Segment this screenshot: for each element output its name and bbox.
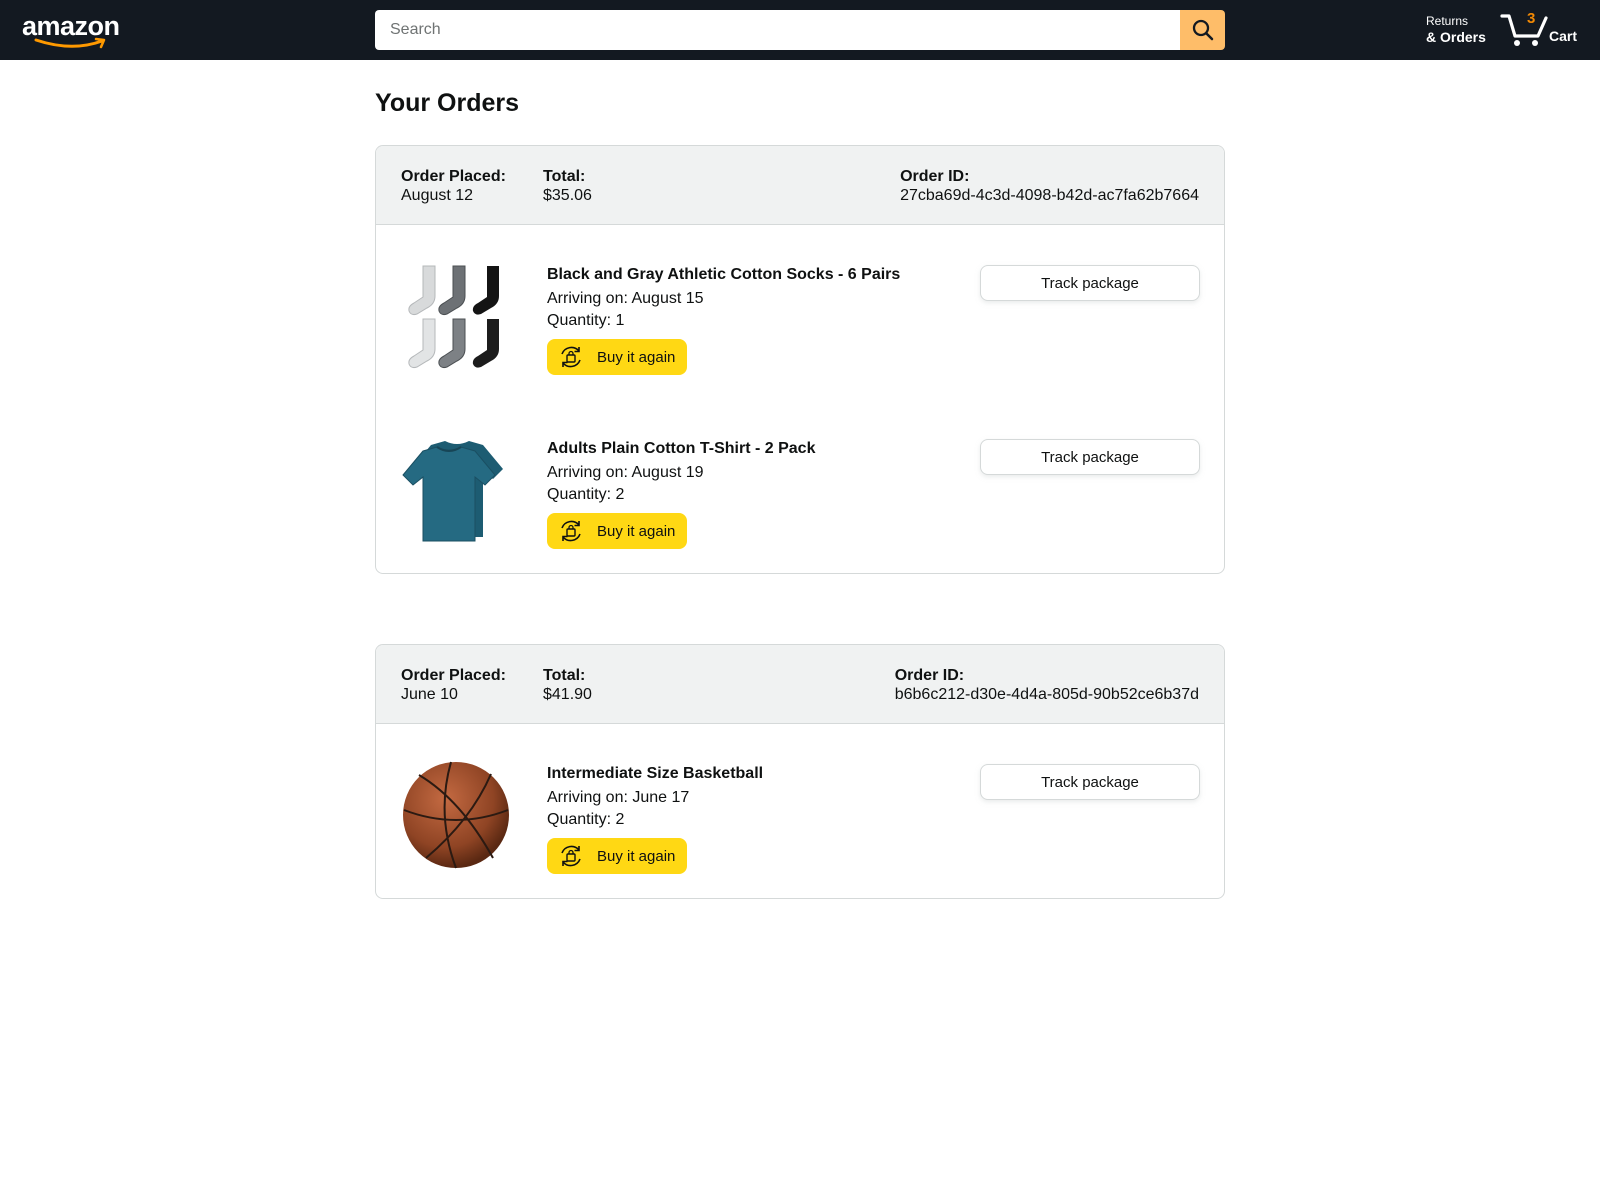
socks-image bbox=[408, 265, 499, 369]
order-total-label: Total: bbox=[543, 168, 586, 185]
tshirt-image bbox=[402, 441, 503, 542]
search-input[interactable] bbox=[375, 10, 1181, 50]
order-total: Total: $35.06 bbox=[543, 167, 592, 205]
buy-again-icon bbox=[561, 845, 581, 867]
order-total-label: Total: bbox=[543, 667, 586, 684]
item-name[interactable]: Intermediate Size Basketball bbox=[547, 764, 763, 784]
item-details: Adults Plain Cotton T-Shirt - 2 Pack Arr… bbox=[547, 439, 815, 550]
item-quantity: Quantity: 1 bbox=[547, 312, 625, 329]
returns-label: Returns bbox=[1426, 14, 1469, 28]
order-id-value: b6b6c212-d30e-4d4a-805d-90b52ce6b37d bbox=[894, 686, 1199, 703]
order-total: Total: $41.90 bbox=[543, 666, 592, 704]
order-id: Order ID: b6b6c212-d30e-4d4a-805d-90b52c… bbox=[895, 666, 1199, 704]
buy-again-button[interactable]: Buy it again bbox=[547, 513, 688, 549]
amazon-logo[interactable]: amazon bbox=[22, 8, 132, 50]
order-item: Adults Plain Cotton T-Shirt - 2 Pack Arr… bbox=[376, 399, 1224, 573]
order-id-value: 27cba69d-4c3d-4098-b42d-ac7fa62b7664 bbox=[900, 187, 1199, 204]
logo-smile-icon bbox=[34, 37, 106, 49]
item-details: Black and Gray Athletic Cotton Socks - 6… bbox=[547, 265, 900, 376]
order-id-label: Order ID: bbox=[900, 168, 970, 185]
returns-orders-link[interactable]: Returns & Orders bbox=[1426, 13, 1486, 45]
order-header: Order Placed: August 12 Total: $35.06 Or… bbox=[376, 146, 1224, 225]
orders-label: & Orders bbox=[1426, 29, 1486, 45]
order-placed-label: Order Placed: bbox=[401, 667, 506, 684]
item-arriving: Arriving on: August 15 bbox=[547, 290, 704, 307]
buy-again-label: Buy it again bbox=[597, 348, 676, 366]
item-details: Intermediate Size Basketball Arriving on… bbox=[547, 764, 763, 875]
cart-label: Cart bbox=[1549, 28, 1578, 44]
track-package-button[interactable]: Track package bbox=[980, 764, 1200, 800]
order-card: Order Placed: June 10 Total: $41.90 Orde… bbox=[375, 644, 1225, 899]
order-header: Order Placed: June 10 Total: $41.90 Orde… bbox=[376, 645, 1224, 724]
buy-again-button[interactable]: Buy it again bbox=[547, 838, 688, 874]
item-name[interactable]: Black and Gray Athletic Cotton Socks - 6… bbox=[547, 265, 900, 285]
buy-again-label: Buy it again bbox=[597, 522, 676, 540]
order-placed: Order Placed: August 12 bbox=[401, 167, 506, 205]
track-package-button[interactable]: Track package bbox=[980, 265, 1200, 301]
search-icon bbox=[1192, 19, 1213, 41]
order-id: Order ID: 27cba69d-4c3d-4098-b42d-ac7fa6… bbox=[900, 167, 1199, 205]
search-bar bbox=[375, 10, 1225, 50]
order-item: Intermediate Size Basketball Arriving on… bbox=[376, 724, 1224, 898]
track-package-button[interactable]: Track package bbox=[980, 439, 1200, 475]
order-placed-value: August 12 bbox=[401, 187, 474, 204]
buy-again-icon bbox=[561, 346, 581, 368]
buy-again-icon bbox=[561, 520, 581, 542]
buy-again-button[interactable]: Buy it again bbox=[547, 339, 688, 375]
basketball-image bbox=[403, 761, 509, 869]
cart-link[interactable]: 3 Cart bbox=[1500, 8, 1585, 52]
order-placed-value: June 10 bbox=[401, 686, 458, 703]
cart-icon bbox=[1500, 14, 1548, 46]
order-item: Black and Gray Athletic Cotton Socks - 6… bbox=[376, 225, 1224, 399]
item-quantity: Quantity: 2 bbox=[547, 486, 625, 503]
page-title: Your Orders bbox=[375, 89, 520, 117]
order-placed: Order Placed: June 10 bbox=[401, 666, 506, 704]
order-placed-label: Order Placed: bbox=[401, 168, 506, 185]
search-button[interactable] bbox=[1180, 10, 1225, 50]
order-card: Order Placed: August 12 Total: $35.06 Or… bbox=[375, 145, 1225, 574]
buy-again-label: Buy it again bbox=[597, 847, 676, 865]
item-name[interactable]: Adults Plain Cotton T-Shirt - 2 Pack bbox=[547, 439, 815, 459]
order-total-value: $35.06 bbox=[543, 187, 592, 204]
top-header: amazon Returns & Orders 3 Cart bbox=[0, 0, 1600, 60]
item-quantity: Quantity: 2 bbox=[547, 811, 625, 828]
item-arriving: Arriving on: August 19 bbox=[547, 464, 704, 481]
order-id-label: Order ID: bbox=[894, 667, 965, 684]
cart-count: 3 bbox=[1527, 10, 1536, 27]
order-total-value: $41.90 bbox=[543, 686, 592, 703]
item-arriving: Arriving on: June 17 bbox=[547, 789, 690, 806]
